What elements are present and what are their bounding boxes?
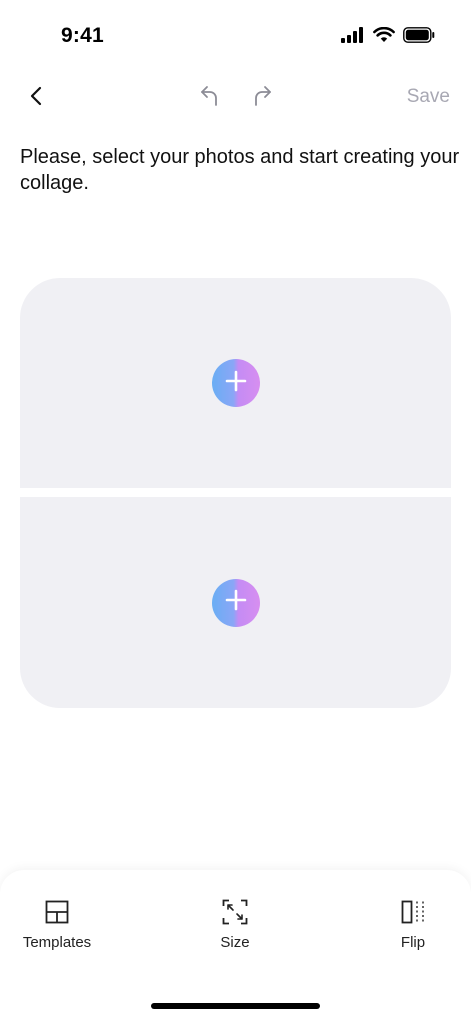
status-bar: 9:41 <box>0 0 471 72</box>
nav-bar: Save <box>0 76 471 120</box>
collage-canvas <box>20 278 451 708</box>
add-photo-button[interactable] <box>211 359 260 407</box>
status-time: 9:41 <box>61 24 104 47</box>
redo-arrow-icon <box>253 84 273 113</box>
back-button[interactable] <box>22 84 50 112</box>
instruction-text: Please, select your photos and start cre… <box>20 146 460 194</box>
flip-icon <box>399 898 427 926</box>
wifi-icon <box>373 26 395 48</box>
undo-button[interactable] <box>195 84 223 112</box>
resize-frame-icon <box>221 898 249 926</box>
collage-cell-top[interactable] <box>20 278 451 488</box>
templates-button[interactable]: Templates <box>20 898 94 951</box>
battery-icon <box>403 27 435 48</box>
redo-button[interactable] <box>249 84 277 112</box>
size-label: Size <box>220 934 250 951</box>
size-button[interactable]: Size <box>215 898 255 951</box>
add-photo-button[interactable] <box>211 578 260 627</box>
plus-icon <box>225 370 247 397</box>
flip-label: Flip <box>400 934 426 951</box>
home-indicator <box>151 1003 320 1009</box>
flip-button[interactable]: Flip <box>395 898 431 951</box>
save-button[interactable]: Save <box>407 86 450 108</box>
templates-label: Templates <box>22 934 92 951</box>
chevron-left-icon <box>29 86 43 111</box>
status-icons <box>341 26 435 48</box>
collage-cell-bottom[interactable] <box>20 497 451 708</box>
cellular-signal-icon <box>341 27 365 48</box>
bottom-toolbar: Templates Size Flip <box>0 870 471 1019</box>
undo-arrow-icon <box>199 84 219 113</box>
templates-grid-icon <box>43 898 71 926</box>
plus-icon <box>225 589 247 616</box>
